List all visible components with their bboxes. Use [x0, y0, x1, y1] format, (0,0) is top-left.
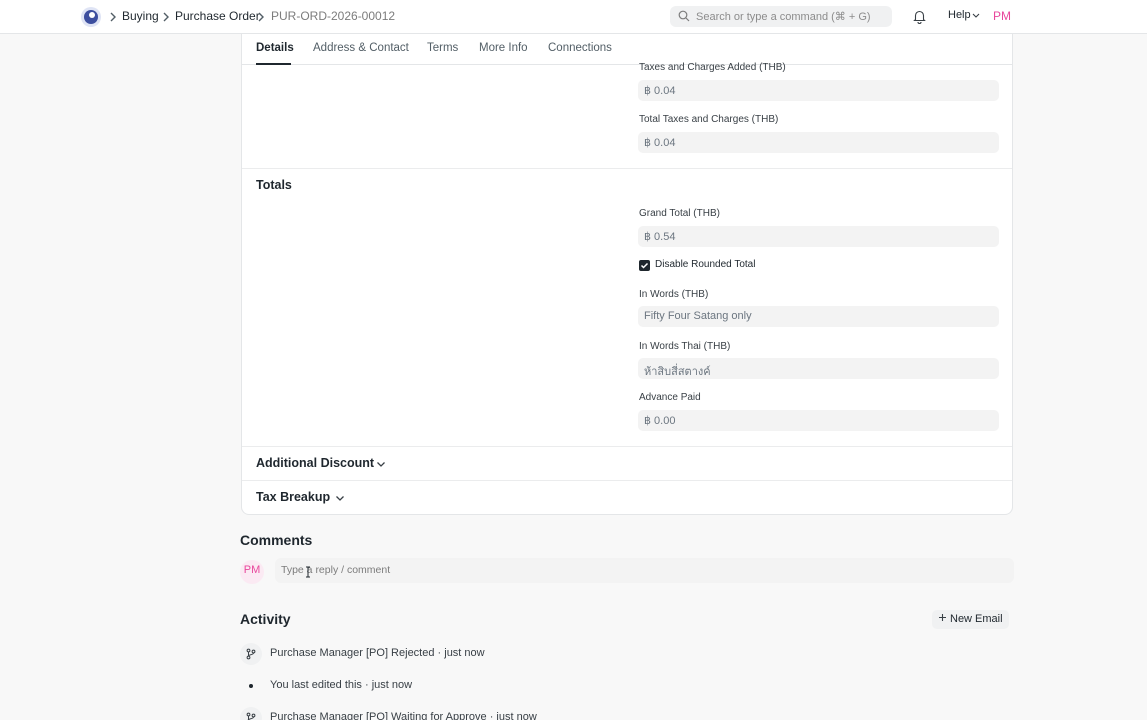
search-placeholder: Search or type a command (⌘ + G)	[696, 11, 871, 23]
help-menu[interactable]: Help	[948, 9, 971, 21]
total-taxes-field[interactable]: ฿ 0.04	[638, 132, 999, 153]
grand-total-field[interactable]: ฿ 0.54	[638, 226, 999, 247]
comment-user-avatar: PM	[240, 560, 264, 584]
activity-item: Purchase Manager [PO] Waiting for Approv…	[270, 711, 537, 720]
advance-paid-field[interactable]: ฿ 0.00	[638, 410, 999, 431]
tab-connections[interactable]: Connections	[548, 42, 612, 54]
total-taxes-label: Total Taxes and Charges (THB)	[639, 114, 779, 125]
section-divider	[242, 480, 1012, 481]
in-words-thai-label: In Words Thai (THB)	[639, 341, 731, 352]
activity-icon	[240, 643, 262, 665]
section-divider	[242, 446, 1012, 447]
chevron-right-icon	[163, 12, 169, 22]
chevron-down-icon	[336, 496, 344, 501]
new-email-label: New Email	[950, 613, 1003, 625]
check-icon	[640, 262, 649, 269]
section-title-tax-breakup: Tax Breakup	[256, 490, 331, 504]
tab-details[interactable]: Details	[256, 42, 294, 54]
breadcrumb-document-id[interactable]: PUR-ORD-2026-00012	[271, 9, 395, 23]
disable-rounded-total-checkbox[interactable]	[639, 260, 650, 271]
taxes-added-field[interactable]: ฿ 0.04	[638, 80, 999, 101]
git-branch-icon	[246, 648, 256, 660]
in-words-label: In Words (THB)	[639, 289, 709, 300]
activity-item: Purchase Manager [PO] Rejected · just no…	[270, 647, 485, 659]
tab-more-info[interactable]: More Info	[479, 42, 528, 54]
activity-heading: Activity	[240, 611, 291, 627]
activity-item: You last edited this · just now	[270, 679, 413, 691]
in-words-thai-field[interactable]: ห้าสิบสี่สตางค์	[638, 358, 999, 379]
tab-address-contact[interactable]: Address & Contact	[313, 42, 409, 54]
chevron-right-icon	[258, 12, 264, 22]
advance-paid-label: Advance Paid	[639, 392, 701, 403]
comments-heading: Comments	[240, 532, 313, 548]
navbar: Buying Purchase Order PUR-ORD-2026-00012…	[0, 0, 1147, 34]
form-tabs: Details Address & Contact Terms More Inf…	[241, 34, 1013, 65]
plus-icon	[939, 614, 946, 621]
user-avatar[interactable]: PM	[993, 9, 1011, 23]
app-logo-icon[interactable]	[80, 6, 102, 28]
breadcrumb-purchase-order[interactable]: Purchase Order	[175, 9, 260, 23]
activity-icon	[240, 707, 262, 720]
text-cursor-icon	[306, 566, 310, 578]
in-words-field[interactable]: Fifty Four Satang only	[638, 306, 999, 327]
section-title-additional-discount: Additional Discount	[256, 456, 375, 470]
comment-input[interactable]: Type a reply / comment	[275, 558, 1014, 583]
chevron-right-icon	[110, 12, 116, 22]
chevron-down-icon	[377, 462, 385, 467]
section-divider	[242, 168, 1012, 169]
notification-bell-icon[interactable]	[913, 9, 926, 24]
git-branch-icon	[246, 712, 256, 720]
taxes-added-label: Taxes and Charges Added (THB)	[639, 62, 786, 73]
disable-rounded-total-label: Disable Rounded Total	[655, 259, 756, 270]
search-bar[interactable]: Search or type a command (⌘ + G)	[670, 6, 892, 27]
chevron-down-icon	[972, 13, 980, 18]
new-email-button[interactable]: New Email	[932, 610, 1009, 629]
search-icon	[678, 10, 690, 22]
tab-terms[interactable]: Terms	[427, 42, 458, 54]
activity-dot	[249, 684, 253, 688]
section-title-totals: Totals	[256, 178, 292, 192]
breadcrumb-buying[interactable]: Buying	[122, 9, 159, 23]
grand-total-label: Grand Total (THB)	[639, 208, 720, 219]
form-card: Taxes and Charges Added (THB) ฿ 0.04 Tot…	[241, 62, 1013, 515]
